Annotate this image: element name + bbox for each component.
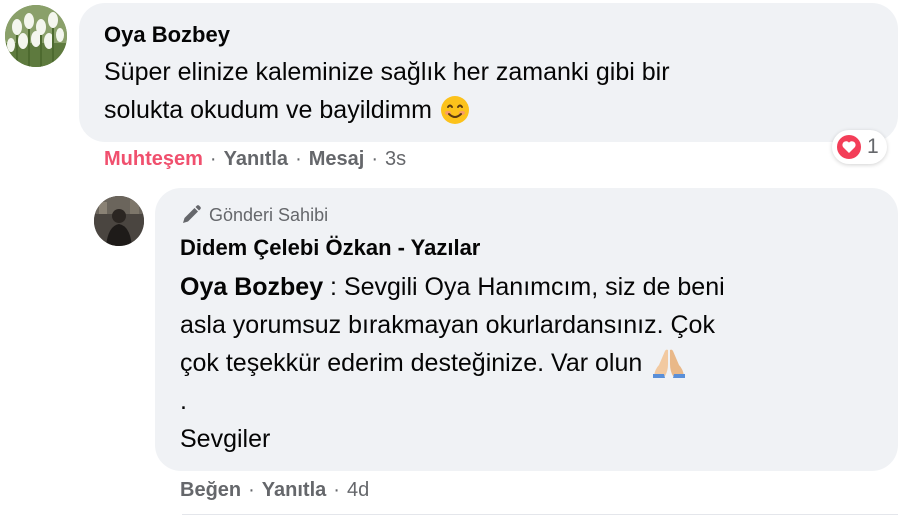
separator-dot: · [248, 479, 255, 501]
reaction-summary[interactable]: 1 [832, 130, 887, 164]
reply-author-name[interactable]: Didem Çelebi Özkan - Yazılar [180, 235, 480, 261]
reply-author-avatar[interactable] [94, 196, 144, 246]
like-button[interactable]: Beğen [180, 479, 241, 502]
reply-text-line-3: çok teşekkür ederim desteğinize. Var olu… [180, 344, 686, 382]
comment-timestamp[interactable]: 3s [385, 148, 406, 171]
comment-author-name[interactable]: Oya Bozbey [104, 22, 230, 48]
reply-button[interactable]: Yanıtla [224, 148, 288, 171]
reply-text-line-3-text: çok teşekkür ederim desteğinize. Var olu… [180, 349, 643, 377]
reaction-count: 1 [867, 135, 879, 158]
separator-dot: · [333, 479, 340, 501]
separator-dot: · [371, 148, 378, 170]
separator-dot: · [295, 148, 302, 170]
reply-text-line-2: asla yorumsuz bırakmayan okurlardansınız… [180, 311, 715, 339]
pencil-icon [180, 204, 202, 226]
separator-dot: · [209, 148, 217, 170]
profile-photo-icon [94, 196, 144, 246]
comment-text-line-1: Süper elinize kaleminize sağlık her zama… [104, 58, 670, 86]
reply-text-line-4: . [180, 387, 187, 415]
message-button[interactable]: Mesaj [309, 148, 365, 171]
comment-text-line-2: solukta okudum ve bayildimm [104, 91, 470, 129]
reply-timestamp[interactable]: 4d [347, 479, 369, 502]
smiling-face-icon [440, 95, 470, 125]
love-heart-icon [835, 133, 863, 161]
reaction-button[interactable]: Muhteşem [104, 148, 203, 171]
commenter-avatar[interactable] [5, 5, 67, 67]
reply-actions: Beğen · Yanıtla · 4d [180, 479, 369, 502]
reply-button[interactable]: Yanıtla [262, 479, 326, 502]
comment-text-line-2-text: solukta okudum ve bayildimm [104, 96, 432, 124]
folded-hands-icon [652, 347, 686, 379]
tulips-photo-icon [5, 5, 67, 67]
post-owner-badge: Gönderi Sahibi [180, 204, 328, 226]
mention-link[interactable]: Oya Bozbey [180, 273, 323, 301]
divider [182, 514, 898, 515]
post-owner-label: Gönderi Sahibi [209, 204, 329, 225]
comment-actions: Muhteşem · Yanıtla · Mesaj · 3s [104, 148, 406, 171]
reply-text-line-5: Sevgiler [180, 425, 271, 453]
reply-text-line-1: Oya Bozbey : Sevgili Oya Hanımcım, siz d… [180, 268, 725, 306]
reply-text-line-1-text: : Sevgili Oya Hanımcım, siz de beni [323, 273, 725, 301]
